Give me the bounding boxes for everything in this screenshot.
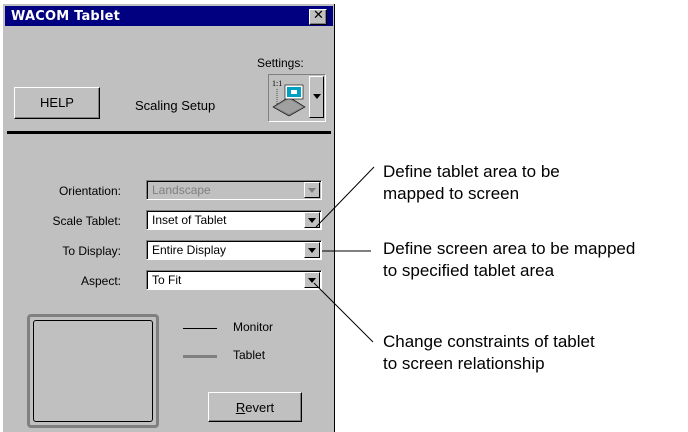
leader-scale-tablet xyxy=(315,166,375,228)
annotation-aspect-line2: to screen relationship xyxy=(383,354,545,373)
annotation-display-line2: to specified tablet area xyxy=(383,261,555,280)
leader-aspect xyxy=(313,282,374,343)
annotation-scale-tablet: Define tablet area to be mapped to scree… xyxy=(383,161,560,205)
annotation-to-display: Define screen area to be mapped to speci… xyxy=(383,238,635,282)
annotation-aspect: Change constraints of tablet to screen r… xyxy=(383,331,595,375)
annotation-aspect-line1: Change constraints of tablet xyxy=(383,332,595,351)
annotation-scale-line1: Define tablet area to be xyxy=(383,162,560,181)
annotation-display-line1: Define screen area to be mapped xyxy=(383,239,636,258)
annotation-scale-line2: mapped to screen xyxy=(383,184,520,203)
